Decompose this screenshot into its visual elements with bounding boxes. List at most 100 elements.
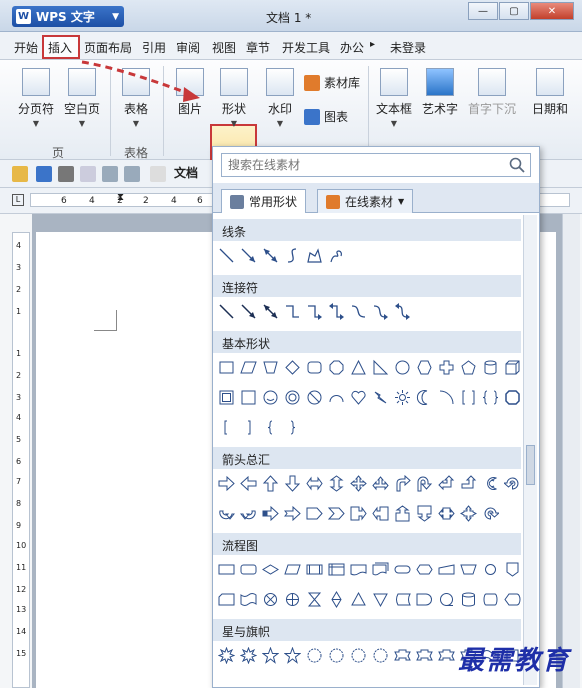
punched-tape-shape[interactable] bbox=[240, 591, 257, 608]
tab-common-shapes[interactable]: 常用形状 bbox=[221, 189, 307, 213]
decision-shape[interactable] bbox=[262, 561, 279, 578]
menu-page-layout[interactable]: 页面布局 bbox=[84, 39, 132, 56]
seal-shape[interactable] bbox=[372, 647, 389, 664]
menu-chapter[interactable]: 章节 bbox=[246, 39, 270, 56]
right-brace-shape[interactable] bbox=[284, 419, 301, 436]
vertical-scrollbar[interactable] bbox=[562, 214, 580, 688]
u-turn-arrow-shape[interactable] bbox=[416, 475, 433, 492]
indent-marker-icon[interactable]: ⧗ bbox=[117, 192, 124, 203]
pentagon-arrow-shape[interactable] bbox=[306, 505, 323, 522]
preparation-shape[interactable] bbox=[416, 561, 433, 578]
connector-shape[interactable] bbox=[218, 303, 235, 320]
collate-shape[interactable] bbox=[306, 591, 323, 608]
up-arrow-shape[interactable] bbox=[262, 475, 279, 492]
stored-data-shape[interactable] bbox=[394, 591, 411, 608]
heart-shape[interactable] bbox=[350, 389, 367, 406]
ribbon-shape[interactable] bbox=[394, 647, 411, 664]
pentagon-shape[interactable] bbox=[460, 359, 477, 376]
menu-view[interactable]: 视图 bbox=[212, 39, 236, 56]
plaque-shape[interactable] bbox=[240, 389, 257, 406]
curved-connector-shape[interactable] bbox=[372, 303, 389, 320]
search-box[interactable] bbox=[221, 153, 531, 177]
connector-shape[interactable] bbox=[240, 303, 257, 320]
magnetic-disk-shape[interactable] bbox=[460, 591, 477, 608]
document-shape[interactable] bbox=[350, 561, 367, 578]
redo-icon[interactable] bbox=[124, 166, 140, 182]
date-button[interactable]: 日期和 bbox=[524, 68, 576, 117]
quad-arrow-callout-shape[interactable] bbox=[460, 505, 477, 522]
card-shape[interactable] bbox=[218, 591, 235, 608]
menu-home[interactable]: 开始 bbox=[14, 39, 38, 56]
octagon-shape[interactable] bbox=[328, 359, 345, 376]
left-arrow-shape[interactable] bbox=[240, 475, 257, 492]
frame-shape[interactable] bbox=[218, 389, 235, 406]
elbow-connector-shape[interactable] bbox=[306, 303, 323, 320]
down-arrow-shape[interactable] bbox=[284, 475, 301, 492]
textbox-button[interactable]: 文本框 ▼ bbox=[374, 68, 414, 128]
menu-insert[interactable]: 插入 bbox=[48, 39, 72, 56]
parallelogram-shape[interactable] bbox=[240, 359, 257, 376]
document-tab[interactable]: 文档 bbox=[174, 164, 198, 181]
print-icon[interactable] bbox=[58, 166, 74, 182]
chevron-shape[interactable] bbox=[328, 505, 345, 522]
sequential-storage-shape[interactable] bbox=[438, 591, 455, 608]
wordart-button[interactable]: 艺术字 bbox=[420, 68, 460, 117]
menu-office[interactable]: 办公 bbox=[340, 39, 364, 56]
tab-stop-icon[interactable]: L bbox=[12, 194, 24, 206]
material-library-button[interactable]: 素材库 bbox=[304, 74, 360, 91]
donut-shape[interactable] bbox=[284, 389, 301, 406]
quad-arrow-shape[interactable] bbox=[350, 475, 367, 492]
summing-junction-shape[interactable] bbox=[262, 591, 279, 608]
data-shape[interactable] bbox=[284, 561, 301, 578]
alternate-process-shape[interactable] bbox=[240, 561, 257, 578]
terminator-shape[interactable] bbox=[394, 561, 411, 578]
left-right-arrow-callout-shape[interactable] bbox=[438, 505, 455, 522]
seal-shape[interactable] bbox=[306, 647, 323, 664]
ribbon-shape[interactable] bbox=[416, 647, 433, 664]
panel-scrollbar[interactable] bbox=[523, 215, 537, 685]
rounded-rectangle-shape[interactable] bbox=[306, 359, 323, 376]
rectangle-shape[interactable] bbox=[218, 359, 235, 376]
undo-icon[interactable] bbox=[102, 166, 118, 182]
arc-shape[interactable] bbox=[328, 389, 345, 406]
display-shape[interactable] bbox=[504, 591, 521, 608]
smiley-face-shape[interactable] bbox=[262, 389, 279, 406]
striped-right-arrow-shape[interactable] bbox=[262, 505, 279, 522]
minimize-button[interactable]: — bbox=[468, 2, 498, 20]
search-input[interactable] bbox=[228, 155, 498, 175]
curved-down-arrow-shape[interactable] bbox=[240, 505, 257, 522]
moon-shape[interactable] bbox=[416, 389, 433, 406]
connector-shape[interactable] bbox=[262, 303, 279, 320]
save-icon[interactable] bbox=[36, 166, 52, 182]
merge-shape[interactable] bbox=[372, 591, 389, 608]
sun-shape[interactable] bbox=[394, 389, 411, 406]
direct-access-storage-shape[interactable] bbox=[482, 591, 499, 608]
circle-shape[interactable] bbox=[394, 359, 411, 376]
explosion-shape[interactable] bbox=[240, 647, 257, 664]
star-shape[interactable] bbox=[284, 647, 301, 664]
ribbon-shape[interactable] bbox=[438, 647, 455, 664]
left-arrow-callout-shape[interactable] bbox=[372, 505, 389, 522]
chart-button[interactable]: 图表 bbox=[304, 108, 348, 125]
up-down-arrow-shape[interactable] bbox=[328, 475, 345, 492]
left-brace-shape[interactable] bbox=[262, 419, 279, 436]
or-shape[interactable] bbox=[284, 591, 301, 608]
triangle-shape[interactable] bbox=[350, 359, 367, 376]
octagon-frame-shape[interactable] bbox=[504, 389, 521, 406]
curve-shape[interactable] bbox=[284, 247, 301, 264]
chevron-right-icon[interactable]: ▸ bbox=[370, 39, 375, 50]
circular-arrow-shape[interactable] bbox=[504, 475, 521, 492]
star-shape[interactable] bbox=[262, 647, 279, 664]
tab-online-material[interactable]: 在线素材 ▼ bbox=[317, 189, 414, 213]
seal-shape[interactable] bbox=[350, 647, 367, 664]
manual-input-shape[interactable] bbox=[438, 561, 455, 578]
brace-pair-shape[interactable] bbox=[482, 389, 499, 406]
hexagon-shape[interactable] bbox=[416, 359, 433, 376]
curved-up-arrow-shape[interactable] bbox=[218, 505, 235, 522]
bracket-pair-shape[interactable] bbox=[460, 389, 477, 406]
cube-shape[interactable] bbox=[504, 359, 521, 376]
internal-storage-shape[interactable] bbox=[328, 561, 345, 578]
right-bracket-shape[interactable] bbox=[240, 419, 257, 436]
right-arrow-shape[interactable] bbox=[218, 475, 235, 492]
arrow-shape[interactable] bbox=[240, 247, 257, 264]
